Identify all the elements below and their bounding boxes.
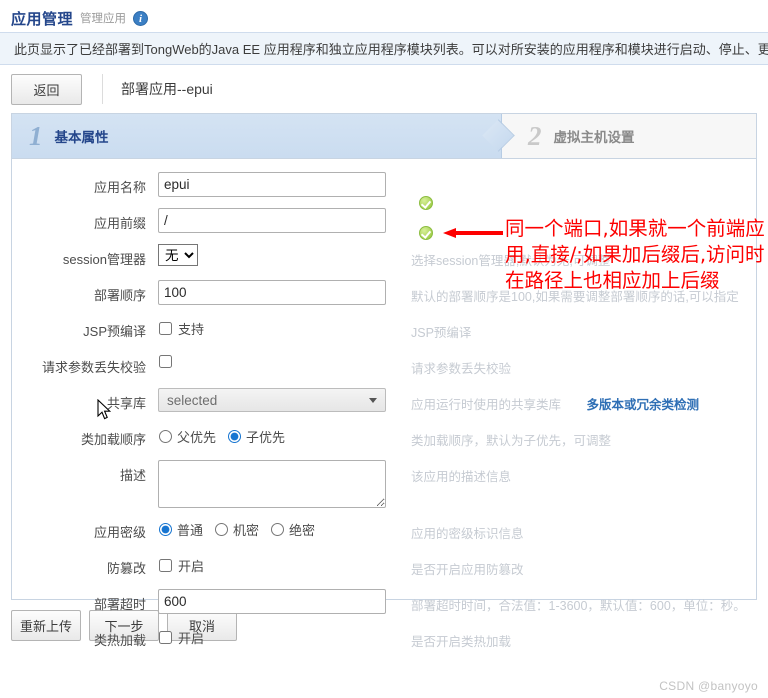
- label-session-manager: session管理器: [62, 252, 146, 267]
- page-subtitle: 管理应用: [80, 13, 127, 25]
- step-label: 虚拟主机设置: [553, 130, 635, 145]
- anti-tamper-checkbox-wrap[interactable]: 开启: [158, 553, 401, 575]
- form-row-jsp-precompile: JSP预编译 支持 JSP预编译: [12, 316, 756, 346]
- description-textarea[interactable]: [158, 460, 386, 508]
- classloader-order-label-parent-first: 父优先: [177, 430, 217, 445]
- redundant-class-check-link[interactable]: 多版本或冗余类检测: [587, 398, 700, 412]
- breadcrumb: 部署应用--epui: [121, 81, 213, 97]
- form-row-app-name: 应用名称: [12, 172, 756, 202]
- jsp-precompile-checkbox[interactable]: [159, 322, 172, 335]
- step-label: 基本属性: [54, 130, 109, 145]
- shared-library-select[interactable]: selected: [158, 388, 386, 412]
- hint-app-name: [401, 172, 756, 178]
- label-security-level: 应用密级: [93, 525, 146, 540]
- form-row-deploy-order: 部署顺序 默认的部署顺序是100,如果需要调整部署顺序的话,可以指定: [12, 280, 756, 310]
- hint-security-level: 应用的密级标识信息: [411, 527, 524, 541]
- watermark: CSDN @banyoyo: [659, 679, 758, 693]
- basic-attributes-form: 应用名称 应用前缀 session管理器 无 选择session管理器,默认为无…: [12, 159, 756, 655]
- label-description: 描述: [119, 468, 146, 483]
- security-level-label-top-secret: 绝密: [289, 523, 316, 538]
- hint-session-manager: 选择session管理器,默认为无,可调整: [411, 254, 611, 268]
- page-description-text: 此页显示了已经部署到TongWeb的Java EE 应用程序和独立应用程序模块列…: [14, 42, 768, 57]
- chevron-down-icon: [369, 397, 377, 403]
- form-row-deploy-timeout: 部署超时 部署超时时间，合法值：1-3600，默认值：600，单位：秒。: [12, 589, 756, 619]
- anti-tamper-checkbox[interactable]: [159, 559, 172, 572]
- page-header: 应用管理 管理应用 i: [0, 0, 768, 32]
- label-deploy-order: 部署顺序: [93, 288, 146, 303]
- security-level-radio-top-secret[interactable]: [271, 523, 285, 536]
- hint-deploy-timeout: 部署超时时间，合法值：1-3600，默认值：600，单位：秒。: [411, 599, 746, 613]
- form-row-anti-tamper: 防篡改 开启 是否开启应用防篡改: [12, 553, 756, 583]
- form-row-shared-library: 共享库 selected 应用运行时使用的共享类库 多版本或冗余类检测: [12, 388, 756, 418]
- hint-anti-tamper: 是否开启应用防篡改: [411, 563, 524, 577]
- step-virtual-host-settings[interactable]: 2 虚拟主机设置: [502, 114, 756, 158]
- classloader-order-label-child-first: 子优先: [246, 430, 286, 445]
- hint-description: 该应用的描述信息: [411, 470, 512, 484]
- step-basic-attributes[interactable]: 1 基本属性: [12, 114, 502, 158]
- form-row-session-manager: session管理器 无 选择session管理器,默认为无,可调整: [12, 244, 756, 274]
- hint-param-loss-check: 请求参数丢失校验: [411, 362, 512, 376]
- app-name-input[interactable]: [158, 172, 386, 197]
- security-level-radio-normal[interactable]: [159, 523, 172, 536]
- label-app-name: 应用名称: [93, 180, 146, 195]
- page-title: 应用管理: [11, 10, 74, 28]
- class-hot-reload-checkbox[interactable]: [159, 631, 172, 644]
- security-level-radio-group: 普通 机密 绝密: [158, 517, 401, 539]
- deploy-timeout-input[interactable]: [158, 589, 386, 614]
- deploy-order-input[interactable]: [158, 280, 386, 305]
- label-class-hot-reload: 类热加载: [93, 633, 146, 648]
- jsp-precompile-checkbox-wrap[interactable]: 支持: [158, 316, 401, 338]
- form-row-description: 描述 该应用的描述信息: [12, 460, 756, 511]
- class-hot-reload-checkbox-label: 开启: [178, 631, 205, 646]
- app-prefix-input[interactable]: [158, 208, 386, 233]
- hint-jsp-precompile: JSP预编译: [411, 326, 472, 340]
- form-row-class-hot-reload: 类热加载 开启 是否开启类热加载: [12, 625, 756, 655]
- form-row-security-level: 应用密级 普通 机密 绝密 应用的密级标识信息: [12, 517, 756, 547]
- hint-shared-library: 应用运行时使用的共享类库 多版本或冗余类检测: [401, 388, 756, 413]
- toolbar: 返回 部署应用--epui: [0, 65, 768, 113]
- shared-library-value: selected: [167, 392, 218, 408]
- form-row-param-loss-check: 请求参数丢失校验 请求参数丢失校验: [12, 352, 756, 382]
- hint-app-prefix: [401, 208, 756, 214]
- form-row-app-prefix: 应用前缀: [12, 208, 756, 238]
- session-manager-select[interactable]: 无: [158, 244, 198, 266]
- security-level-label-confidential: 机密: [233, 523, 260, 538]
- info-icon[interactable]: i: [133, 10, 149, 26]
- page-description: 此页显示了已经部署到TongWeb的Java EE 应用程序和独立应用程序模块列…: [0, 32, 768, 65]
- jsp-precompile-checkbox-label: 支持: [178, 322, 205, 337]
- form-row-classloader-order: 类加载顺序 父优先 子优先 类加载顺序，默认为子优先，可调整: [12, 424, 756, 454]
- param-loss-check-checkbox-wrap[interactable]: [158, 352, 401, 368]
- security-level-radio-confidential[interactable]: [215, 523, 229, 536]
- security-level-label-normal: 普通: [177, 523, 204, 538]
- check-circle-icon: [419, 196, 433, 210]
- classloader-order-radio-group: 父优先 子优先: [158, 424, 401, 446]
- label-shared-library: 共享库: [106, 396, 146, 411]
- label-jsp-precompile: JSP预编译: [83, 324, 146, 339]
- anti-tamper-checkbox-label: 开启: [178, 559, 205, 574]
- hint-class-hot-reload: 是否开启类热加载: [411, 635, 512, 649]
- toolbar-divider: [102, 74, 103, 104]
- hint-classloader-order: 类加载顺序，默认为子优先，可调整: [411, 434, 612, 448]
- hint-shared-library-text: 应用运行时使用的共享类库: [411, 398, 562, 412]
- label-param-loss-check: 请求参数丢失校验: [41, 360, 146, 375]
- step-number: 2: [528, 120, 542, 151]
- class-hot-reload-checkbox-wrap[interactable]: 开启: [158, 625, 401, 647]
- classloader-order-radio-parent-first[interactable]: [159, 430, 172, 443]
- check-circle-icon: [419, 226, 433, 240]
- hint-deploy-order: 默认的部署顺序是100,如果需要调整部署顺序的话,可以指定: [411, 290, 739, 304]
- label-anti-tamper: 防篡改: [106, 561, 146, 576]
- step-number: 1: [29, 120, 43, 151]
- label-app-prefix: 应用前缀: [93, 216, 146, 231]
- label-classloader-order: 类加载顺序: [80, 432, 146, 447]
- label-deploy-timeout: 部署超时: [93, 597, 146, 612]
- param-loss-check-checkbox[interactable]: [159, 355, 172, 368]
- classloader-order-radio-child-first[interactable]: [228, 430, 242, 443]
- wizard-steps: 1 基本属性 2 虚拟主机设置: [12, 114, 756, 159]
- wizard-panel: 1 基本属性 2 虚拟主机设置 应用名称 应用前缀 session管理器: [11, 113, 757, 649]
- back-button[interactable]: 返回: [11, 73, 82, 105]
